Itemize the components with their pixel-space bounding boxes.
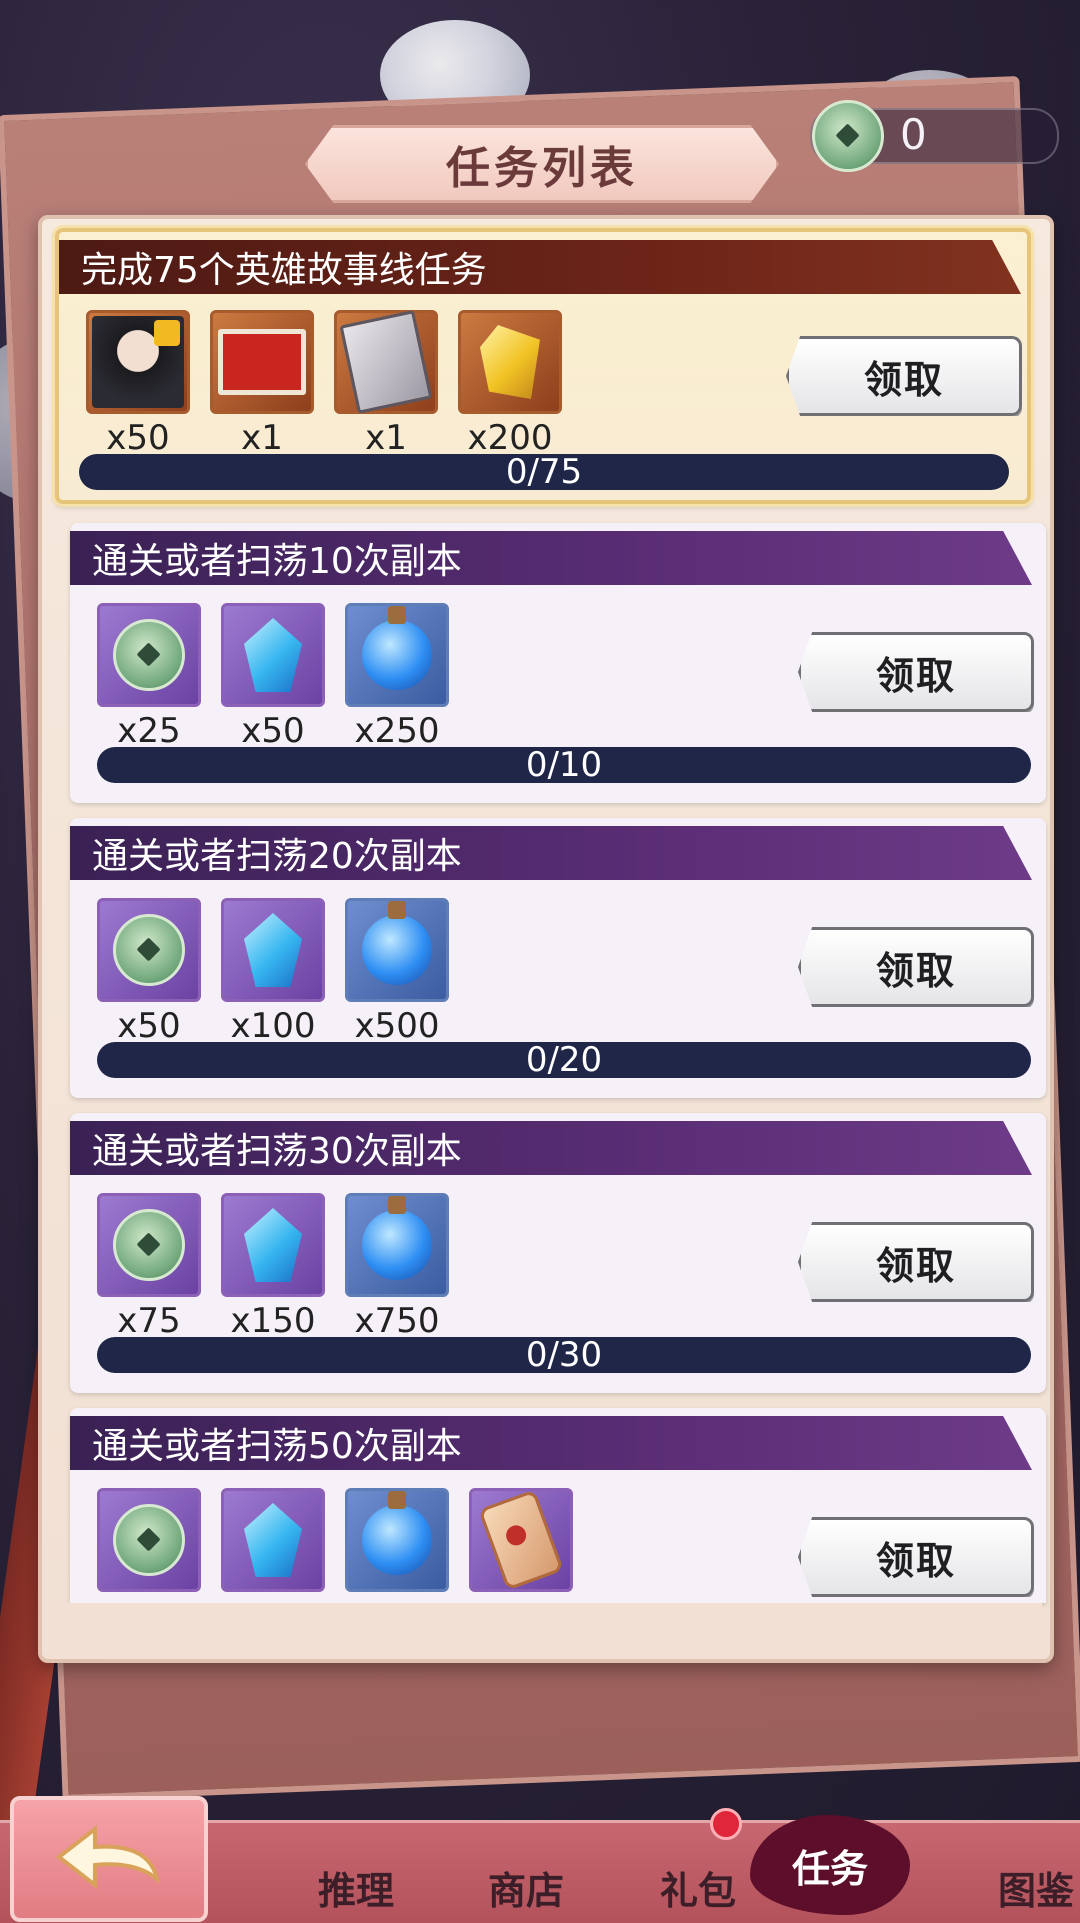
panel-bottom-edge <box>62 1603 1042 1649</box>
reward-quantity: x25 <box>117 711 181 751</box>
blue-potion-icon <box>362 1491 432 1575</box>
task-title: 通关或者扫荡20次副本 <box>70 826 1032 880</box>
reward-item[interactable] <box>221 603 325 707</box>
progress-bar: 0/10 <box>97 745 1031 785</box>
reward-quantity: x750 <box>354 1301 440 1341</box>
reward-item[interactable] <box>345 1488 449 1592</box>
page-title: 任务列表 <box>446 143 638 194</box>
reward-quantity: x250 <box>354 711 440 751</box>
tab-reasoning[interactable]: 推理 <box>318 1860 394 1915</box>
reward-quantity: x150 <box>230 1301 316 1341</box>
reward-item[interactable] <box>97 1193 201 1297</box>
claim-button-label: 领取 <box>875 652 956 698</box>
claim-button[interactable]: 领取 <box>798 632 1034 712</box>
reward-quantity: x50 <box>241 711 305 751</box>
reward-item[interactable] <box>97 1488 201 1592</box>
tab-gift[interactable]: 礼包 <box>660 1860 736 1915</box>
progress-bar: 0/30 <box>97 1335 1031 1375</box>
blue-gem-icon <box>244 913 302 987</box>
reward-item[interactable] <box>334 310 438 414</box>
back-arrow-icon <box>55 1824 161 1890</box>
claim-button[interactable]: 领取 <box>798 1517 1034 1597</box>
task-title: 通关或者扫荡50次副本 <box>70 1416 1032 1470</box>
reward-quantity: x100 <box>230 1006 316 1046</box>
reward-item[interactable] <box>458 310 562 414</box>
reward-quantity: x1 <box>241 418 283 458</box>
reward-item[interactable] <box>97 603 201 707</box>
claim-button-label: 领取 <box>875 947 956 993</box>
reward-item[interactable] <box>345 898 449 1002</box>
task-title: 完成75个英雄故事线任务 <box>59 240 1021 294</box>
reward-item[interactable] <box>221 1488 325 1592</box>
task-title: 通关或者扫荡30次副本 <box>70 1121 1032 1175</box>
back-button[interactable] <box>10 1796 208 1922</box>
tab-shop[interactable]: 商店 <box>488 1860 564 1915</box>
claim-button[interactable]: 领取 <box>798 927 1034 1007</box>
tab-gallery[interactable]: 图鉴 <box>998 1860 1074 1915</box>
task-card: 通关或者扫荡30次副本 x75 x150 x750 0/30 领取 <box>70 1113 1046 1393</box>
claim-button[interactable]: 领取 <box>798 1222 1034 1302</box>
blue-potion-icon <box>362 1196 432 1280</box>
reward-item[interactable] <box>221 1193 325 1297</box>
blue-gem-icon <box>244 618 302 692</box>
title-plaque: 任务列表 <box>305 125 779 203</box>
card-pack-icon <box>339 310 433 414</box>
reward-item[interactable] <box>210 310 314 414</box>
reward-quantity: x500 <box>354 1006 440 1046</box>
reward-item[interactable] <box>345 1193 449 1297</box>
task-title: 通关或者扫荡10次副本 <box>70 531 1032 585</box>
notification-dot <box>710 1808 742 1840</box>
reward-quantity: x50 <box>117 1006 181 1046</box>
blue-gem-icon <box>244 1208 302 1282</box>
reward-quantity: x75 <box>117 1301 181 1341</box>
hero-portrait-icon <box>92 316 184 408</box>
blue-potion-icon <box>362 606 432 690</box>
jade-coin-icon <box>113 619 185 691</box>
reward-quantity: x1 <box>365 418 407 458</box>
task-card: 完成75个英雄故事线任务 x50 x1 x1 x200 0/75 领取 <box>55 228 1031 504</box>
task-card: 通关或者扫荡20次副本 x50 x100 x500 0/20 领取 <box>70 818 1046 1098</box>
blue-gem-icon <box>244 1503 302 1577</box>
jade-coin-icon <box>812 100 884 172</box>
progress-bar: 0/20 <box>97 1040 1031 1080</box>
reward-quantity: x50 <box>106 418 170 458</box>
jade-coin-icon <box>113 1209 185 1281</box>
currency-value: 0 <box>900 110 927 159</box>
task-card: 通关或者扫荡10次副本 x25 x50 x250 0/10 领取 <box>70 523 1046 803</box>
red-scroll-icon <box>218 329 306 395</box>
reward-item[interactable] <box>97 898 201 1002</box>
claim-button-label: 领取 <box>863 356 944 402</box>
reward-item[interactable] <box>469 1488 573 1592</box>
topaz-crystal-icon <box>480 325 540 399</box>
amulet-icon <box>478 1489 564 1591</box>
reward-item[interactable] <box>221 898 325 1002</box>
claim-button-label: 领取 <box>875 1537 956 1583</box>
reward-item[interactable] <box>86 310 190 414</box>
claim-button[interactable]: 领取 <box>786 336 1022 416</box>
reward-item[interactable] <box>345 603 449 707</box>
tab-tasks[interactable]: 任务 <box>792 1838 868 1893</box>
progress-bar: 0/75 <box>79 452 1009 492</box>
blue-potion-icon <box>362 901 432 985</box>
task-card: 通关或者扫荡50次副本 领取 <box>70 1408 1046 1603</box>
jade-coin-icon <box>113 1504 185 1576</box>
jade-coin-icon <box>113 914 185 986</box>
claim-button-label: 领取 <box>875 1242 956 1288</box>
